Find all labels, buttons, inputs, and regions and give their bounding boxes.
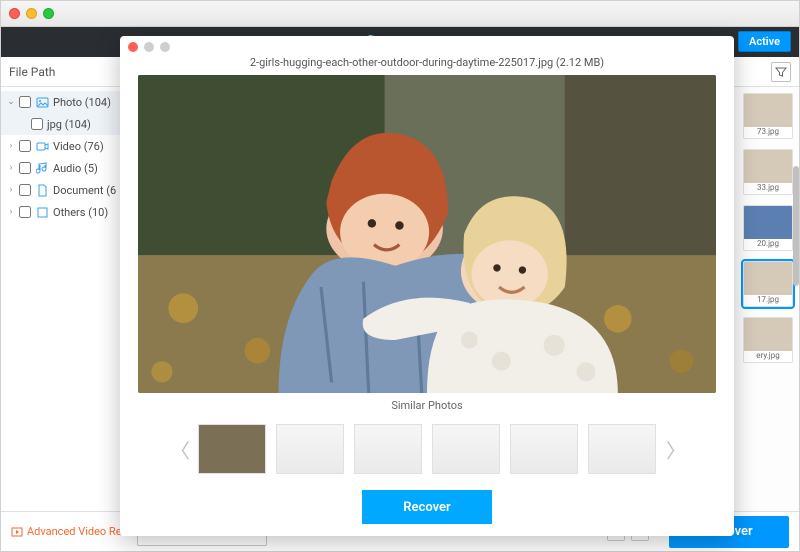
similar-thumb[interactable] (276, 424, 344, 474)
filter-button[interactable] (771, 62, 791, 82)
thumbnail[interactable]: 17.jpg (743, 261, 793, 307)
window-titlebar (1, 1, 799, 27)
minimize-icon[interactable] (26, 8, 37, 19)
thumbnail-column: 73.jpg 33.jpg 20.jpg 17.jpg ery.jpg (737, 87, 799, 369)
preview-image (138, 75, 716, 393)
chevron-right-icon[interactable]: › (7, 163, 15, 173)
similar-thumb[interactable] (588, 424, 656, 474)
thumbnail[interactable]: 33.jpg (743, 149, 793, 195)
checkbox[interactable] (31, 118, 43, 130)
thumbnail-label: 33.jpg (757, 183, 779, 192)
checkbox[interactable] (19, 206, 31, 218)
modal-recover-button[interactable]: Recover (362, 490, 492, 524)
checkbox[interactable] (19, 162, 31, 174)
scrollbar[interactable] (792, 86, 800, 446)
thumbnail-label: ery.jpg (756, 351, 779, 360)
thumbnail-label: 20.jpg (757, 239, 779, 248)
film-icon (11, 526, 23, 538)
video-icon (35, 139, 49, 153)
thumbnail-label: 17.jpg (757, 295, 779, 304)
thumbnail[interactable]: ery.jpg (743, 317, 793, 363)
similar-thumb[interactable] (432, 424, 500, 474)
thumbnail-label: 73.jpg (757, 127, 779, 136)
similar-thumb[interactable] (354, 424, 422, 474)
close-icon[interactable] (9, 8, 20, 19)
sidebar-item-label: Video (76) (53, 140, 104, 153)
thumbnail[interactable]: 73.jpg (743, 93, 793, 139)
sidebar-item-label: Audio (5) (53, 162, 98, 175)
filepath-label: File Path (9, 65, 55, 79)
chevron-right-icon[interactable]: › (7, 207, 15, 217)
maximize-icon[interactable] (43, 8, 54, 19)
photo-icon (35, 95, 49, 109)
sidebar-item-label: jpg (104) (47, 118, 91, 131)
close-icon[interactable] (128, 42, 138, 52)
thumbnail[interactable]: 20.jpg (743, 205, 793, 251)
checkbox[interactable] (19, 96, 31, 108)
preview-modal: 2-girls-hugging-each-other-outdoor-durin… (120, 36, 734, 536)
maximize-icon[interactable] (160, 42, 170, 52)
checkbox[interactable] (19, 140, 31, 152)
advanced-video-link[interactable]: Advanced Video Rec (11, 525, 127, 538)
checkbox[interactable] (19, 184, 31, 196)
next-arrow-icon[interactable]: 〉 (666, 435, 684, 464)
advanced-video-label: Advanced Video Rec (27, 525, 127, 538)
chevron-right-icon[interactable]: › (7, 185, 15, 195)
prev-arrow-icon[interactable]: 〈 (170, 435, 188, 464)
sidebar-item-label: Photo (104) (53, 96, 111, 109)
similar-photos-row: 〈 〉 (120, 412, 734, 486)
chevron-right-icon[interactable]: › (7, 141, 15, 151)
other-icon (35, 205, 49, 219)
similar-thumb[interactable] (510, 424, 578, 474)
minimize-icon[interactable] (144, 42, 154, 52)
modal-titlebar (120, 36, 734, 58)
active-button[interactable]: Active (738, 31, 791, 52)
sidebar-item-label: Others (10) (53, 206, 108, 219)
sidebar-item-label: Document (6 (53, 184, 116, 197)
similar-thumb[interactable] (198, 424, 266, 474)
chevron-down-icon[interactable]: ⌄ (7, 97, 15, 107)
similar-photos-label: Similar Photos (120, 399, 734, 412)
preview-filename: 2-girls-hugging-each-other-outdoor-durin… (120, 56, 734, 69)
document-icon (35, 183, 49, 197)
audio-icon (35, 161, 49, 175)
